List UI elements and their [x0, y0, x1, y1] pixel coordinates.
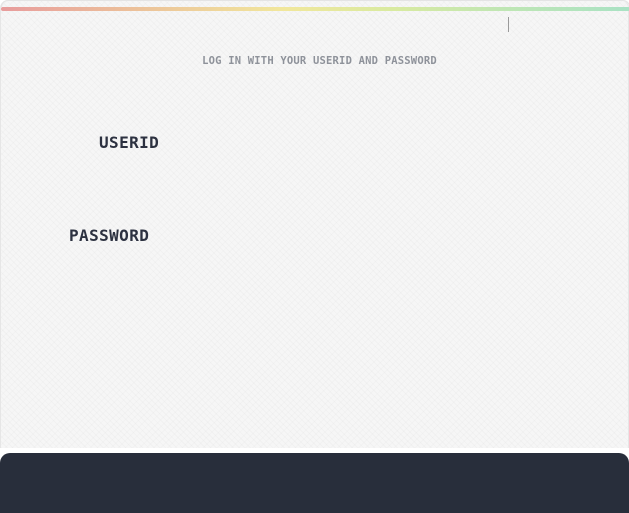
- login-subtitle: LOG IN WITH YOUR USERID AND PASSWORD: [202, 55, 437, 67]
- userid-input[interactable]: [176, 132, 580, 158]
- card-top-edge: [1, 0, 629, 7]
- userid-label: USERID: [99, 133, 160, 152]
- password-input[interactable]: [176, 225, 580, 251]
- rainbow-accent-bar: [1, 7, 629, 11]
- text-cursor-mark: [508, 17, 509, 32]
- password-label: PASSWORD: [69, 226, 150, 245]
- footer-bar: [0, 453, 629, 513]
- login-card: LOG IN WITH YOUR USERID AND PASSWORD USE…: [0, 0, 629, 448]
